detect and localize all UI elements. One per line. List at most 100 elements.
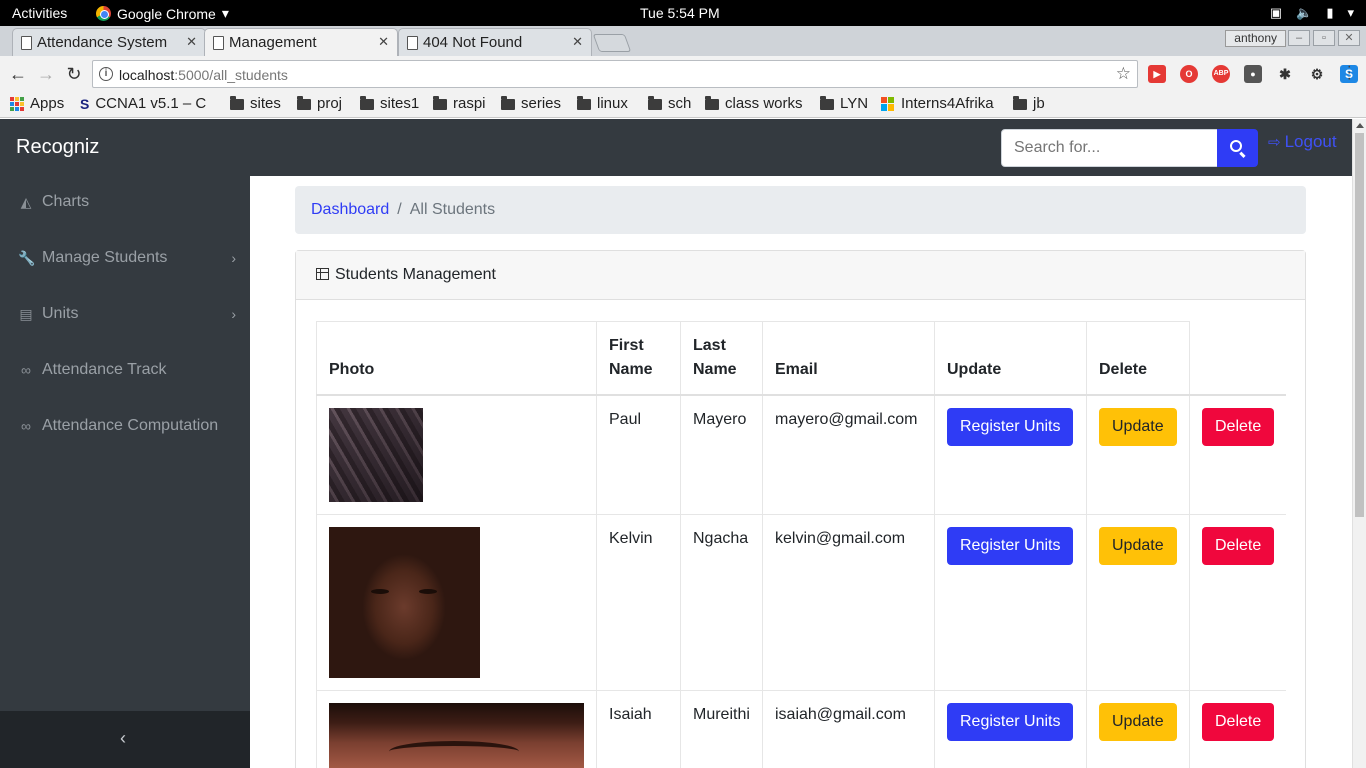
chevron-left-icon: ‹ [120, 728, 126, 748]
bookmark-ccna[interactable]: S CCNA1 v5.1 – C [80, 95, 216, 112]
sidebar-item-label: Charts [42, 193, 90, 210]
extension-puzzle-icon[interactable]: ⚙ [1308, 65, 1326, 83]
sidebar-item-label: Units [42, 305, 79, 322]
bookmark-series[interactable]: series [501, 95, 561, 112]
bookmark-class-works[interactable]: class works [705, 95, 803, 112]
minimize-button[interactable]: – [1288, 30, 1310, 46]
delete-button[interactable]: Delete [1202, 703, 1275, 741]
caret-down-icon: ▾ [1347, 5, 1354, 20]
new-tab-button[interactable] [592, 34, 632, 52]
bookmark-jb[interactable]: jb [1013, 95, 1045, 112]
folder-icon [1013, 96, 1027, 110]
sidebar-item-charts[interactable]: ◭ Charts [18, 193, 240, 211]
sidebar-collapse-button[interactable]: ‹ [0, 711, 250, 768]
delete-cell: Delete [1189, 394, 1287, 515]
column-header-delete: Delete [1086, 321, 1190, 396]
search-input[interactable] [1001, 129, 1218, 167]
column-header-last-name: Last Name [680, 321, 763, 396]
bookmark-sites1[interactable]: sites1 [360, 95, 419, 112]
students-table: Photo First Name Last Name Email Update … [316, 321, 1287, 768]
clock[interactable]: Tue 5:54 PM [640, 5, 720, 21]
photo-cell [316, 394, 597, 515]
tab-attendance-system[interactable]: Attendance System ✕ [12, 28, 206, 56]
register-cell: Register Units [934, 394, 1087, 515]
folder-icon [360, 96, 374, 110]
search-button[interactable] [1217, 129, 1258, 167]
chrome-menu-icon[interactable]: · · · [1347, 59, 1352, 87]
tab-title: Attendance System [37, 34, 168, 51]
search-icon [1230, 140, 1242, 152]
scroll-up-arrow-icon[interactable] [1356, 123, 1364, 128]
folder-icon [577, 96, 591, 110]
table-row: Paul Mayero mayero@gmail.com Register Un… [316, 394, 1287, 515]
register-units-button[interactable]: Register Units [947, 527, 1074, 565]
sidebar-item-attendance-track[interactable]: ∞ Attendance Track [18, 361, 240, 379]
sidebar-item-units[interactable]: ▤ Units › [18, 305, 240, 323]
logout-link[interactable]: ⇨ Logout [1268, 132, 1337, 152]
tab-title: Management [229, 34, 317, 51]
last-name-cell: Mayero [680, 394, 763, 515]
back-arrow-icon[interactable]: ← [8, 64, 28, 84]
bookmark-sch[interactable]: sch [648, 95, 691, 112]
first-name-cell: Isaiah [596, 690, 681, 768]
forward-arrow-icon[interactable]: → [36, 64, 56, 84]
update-button[interactable]: Update [1099, 703, 1177, 741]
reload-icon[interactable]: ↻ [64, 64, 84, 84]
page-scrollbar[interactable] [1352, 119, 1366, 768]
extension-opera-icon[interactable]: O [1180, 65, 1198, 83]
area-chart-icon: ◭ [20, 193, 32, 210]
bookmark-interns4afrika[interactable]: Interns4Afrika [881, 95, 994, 112]
close-icon[interactable]: ✕ [378, 34, 389, 50]
table-header-row: Photo First Name Last Name Email Update … [316, 321, 1287, 396]
bookmark-apps[interactable]: Apps [10, 95, 64, 112]
close-icon[interactable]: ✕ [186, 34, 197, 50]
sidebar-item-manage-students[interactable]: 🔧 Manage Students › [18, 249, 240, 267]
app-brand[interactable]: Recogniz [16, 136, 99, 159]
last-name-cell: Ngacha [680, 514, 763, 691]
ccna-icon: S [80, 95, 90, 112]
breadcrumb-separator: / [397, 201, 402, 218]
sidebar-item-attendance-computation[interactable]: ∞ Attendance Computation [18, 417, 240, 435]
tab-management[interactable]: Management ✕ [204, 28, 398, 56]
table-icon [316, 268, 329, 280]
delete-cell: Delete [1189, 514, 1287, 691]
adblock-plus-icon[interactable]: ABP [1212, 65, 1230, 83]
app-menu[interactable]: Google Chrome ▾ [96, 5, 229, 22]
breadcrumb-dashboard-link[interactable]: Dashboard [311, 201, 389, 219]
bookmark-linux[interactable]: linux [577, 95, 628, 112]
folder-icon [820, 96, 834, 110]
tab-404-not-found[interactable]: 404 Not Found ✕ [398, 28, 592, 56]
scrollbar-thumb[interactable] [1355, 133, 1364, 517]
bookmark-star-icon[interactable]: ☆ [1116, 64, 1131, 84]
volume-icon: 🔈 [1296, 5, 1313, 20]
update-cell: Update [1086, 394, 1190, 515]
breadcrumb-current: All Students [409, 201, 496, 218]
sign-out-icon: ⇨ [1268, 134, 1281, 151]
bookmark-proj[interactable]: proj [297, 95, 342, 112]
extension-bulb-icon[interactable]: ● [1244, 65, 1262, 83]
browser-toolbar: ← → ↻ i localhost:5000/all_students ☆ ▶ … [0, 56, 1366, 92]
bookmark-sites[interactable]: sites [230, 95, 281, 112]
email-cell: mayero@gmail.com [762, 394, 935, 515]
register-units-button[interactable]: Register Units [947, 408, 1074, 446]
close-icon[interactable]: ✕ [572, 34, 583, 50]
address-bar[interactable]: i localhost:5000/all_students ☆ [92, 60, 1138, 88]
system-tray[interactable]: ▣ 🔈 ▮ ▾ [1270, 5, 1354, 21]
update-button[interactable]: Update [1099, 527, 1177, 565]
column-header-empty [1189, 321, 1287, 396]
page-icon [213, 36, 224, 50]
bookmark-raspi[interactable]: raspi [433, 95, 486, 112]
bookmark-lyn[interactable]: LYN [820, 95, 868, 112]
update-button[interactable]: Update [1099, 408, 1177, 446]
maximize-button[interactable]: ▫ [1313, 30, 1335, 46]
register-units-button[interactable]: Register Units [947, 703, 1074, 741]
extension-gnome-icon[interactable]: ✱ [1276, 65, 1294, 83]
profile-button[interactable]: anthony [1225, 30, 1286, 47]
delete-button[interactable]: Delete [1202, 408, 1275, 446]
bookmarks-bar: Apps S CCNA1 v5.1 – C sites proj sites1 … [0, 92, 1366, 118]
info-icon[interactable]: i [99, 67, 113, 81]
delete-button[interactable]: Delete [1202, 527, 1275, 565]
activities-button[interactable]: Activities [12, 5, 67, 21]
window-close-button[interactable]: ✕ [1338, 30, 1360, 46]
extension-video-icon[interactable]: ▶ [1148, 65, 1166, 83]
